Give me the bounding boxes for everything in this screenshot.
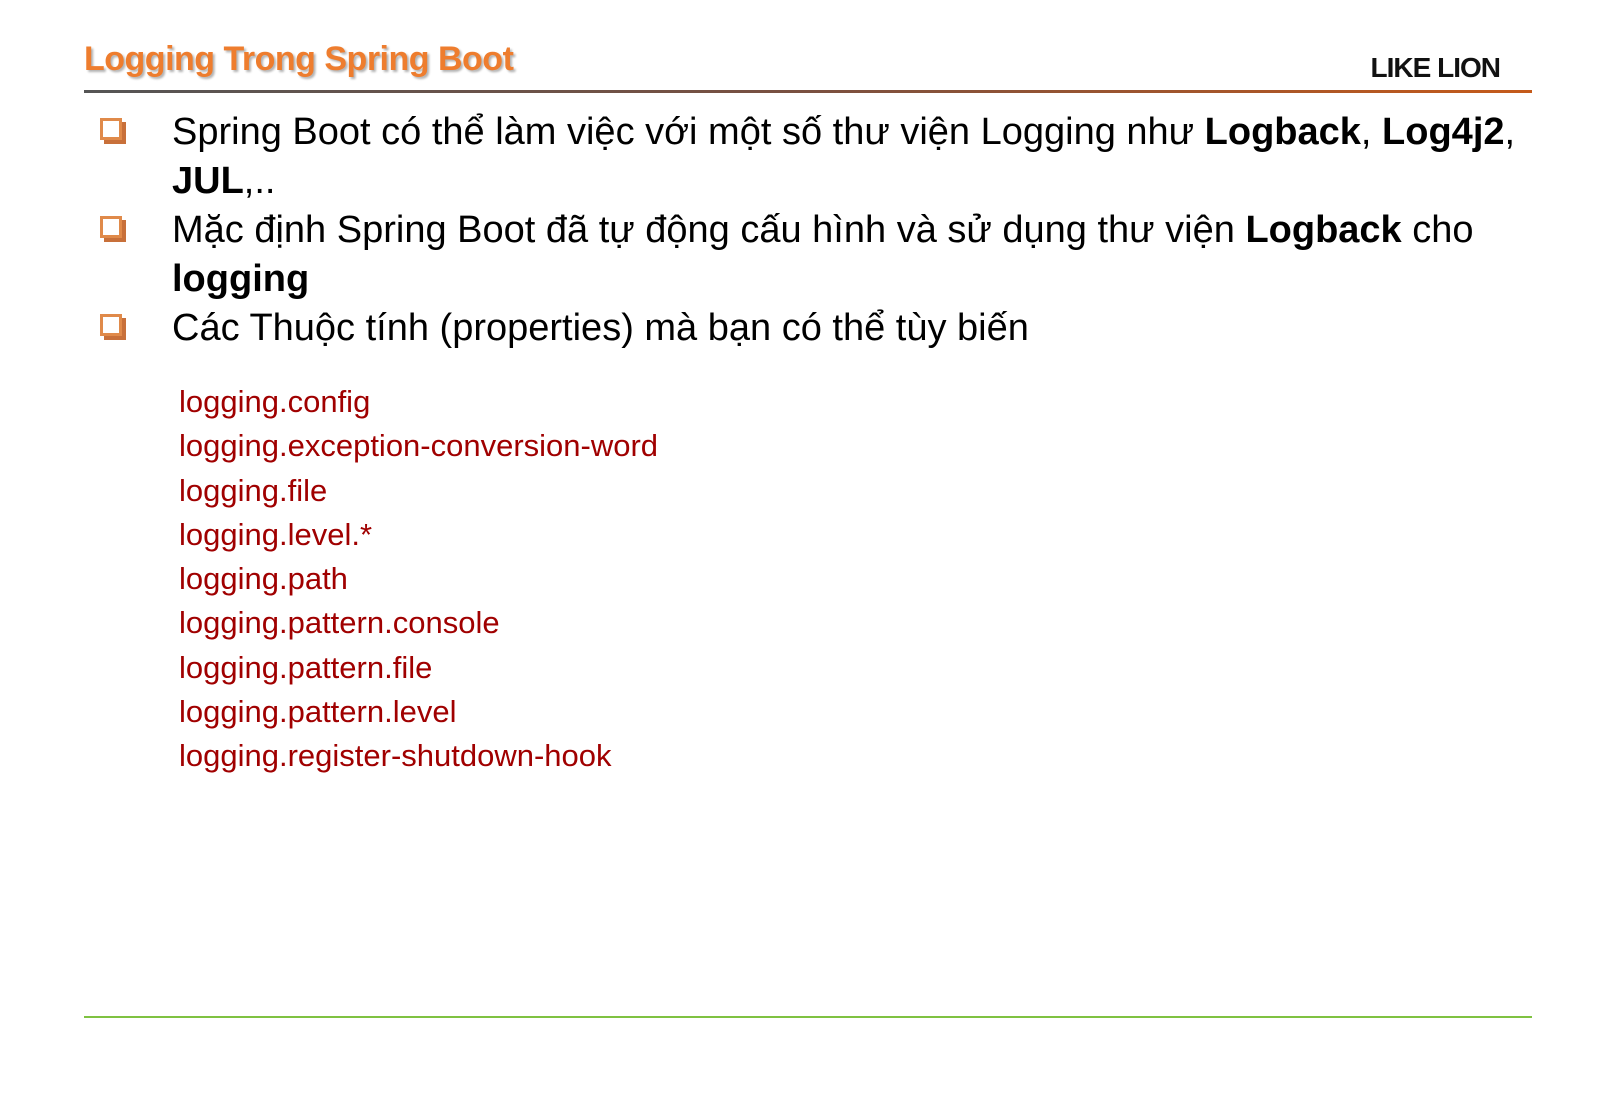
property-item: logging.pattern.level [179,694,457,730]
bold-text-segment: logging [172,258,310,300]
bullet-item: Spring Boot có thể làm việc với một số t… [100,108,1540,206]
property-item: logging.level.* [179,516,373,552]
bullet-item: Mặc định Spring Boot đã tự động cấu hình… [100,206,1540,304]
bold-text-segment: Log4j2 [1382,111,1505,153]
bullet-list: Spring Boot có thể làm việc với một số t… [100,108,1540,353]
property-item: logging.path [179,561,348,597]
slide-title: Logging Trong Spring Boot [84,40,514,78]
text-segment: , [1504,111,1516,153]
property-item: logging.config [179,384,371,419]
bullet-item: Các Thuộc tính (properties) mà bạn có th… [100,304,1540,353]
header-divider [84,90,1532,93]
footer-divider [84,1016,1532,1018]
property-item: logging.pattern.file [179,649,433,685]
property-item: logging.pattern.console [179,605,500,641]
text-segment: ,.. [243,160,276,202]
property-item: logging.register-shutdown-hook [179,738,612,774]
text-segment: Spring Boot có thể làm việc với một số t… [172,111,1205,153]
logo: LIKE LION [1370,52,1501,83]
property-item: logging.exception-conversion-word [179,428,659,464]
checkbox-bullet-icon [100,118,122,140]
property-list: logging.config logging.exception-convers… [179,380,658,779]
text-segment: , [1360,111,1383,153]
bold-text-segment: Logback [1245,209,1402,251]
checkbox-bullet-icon [100,216,122,238]
text-segment: Các Thuộc tính (properties) mà bạn có th… [172,307,1029,349]
text-segment: cho [1401,209,1474,251]
property-item: logging.file [179,472,328,508]
bold-text-segment: JUL [172,160,244,202]
bold-text-segment: Logback [1204,111,1361,153]
text-segment: Mặc định Spring Boot đã tự động cấu hình… [172,209,1246,251]
checkbox-bullet-icon [100,314,122,336]
